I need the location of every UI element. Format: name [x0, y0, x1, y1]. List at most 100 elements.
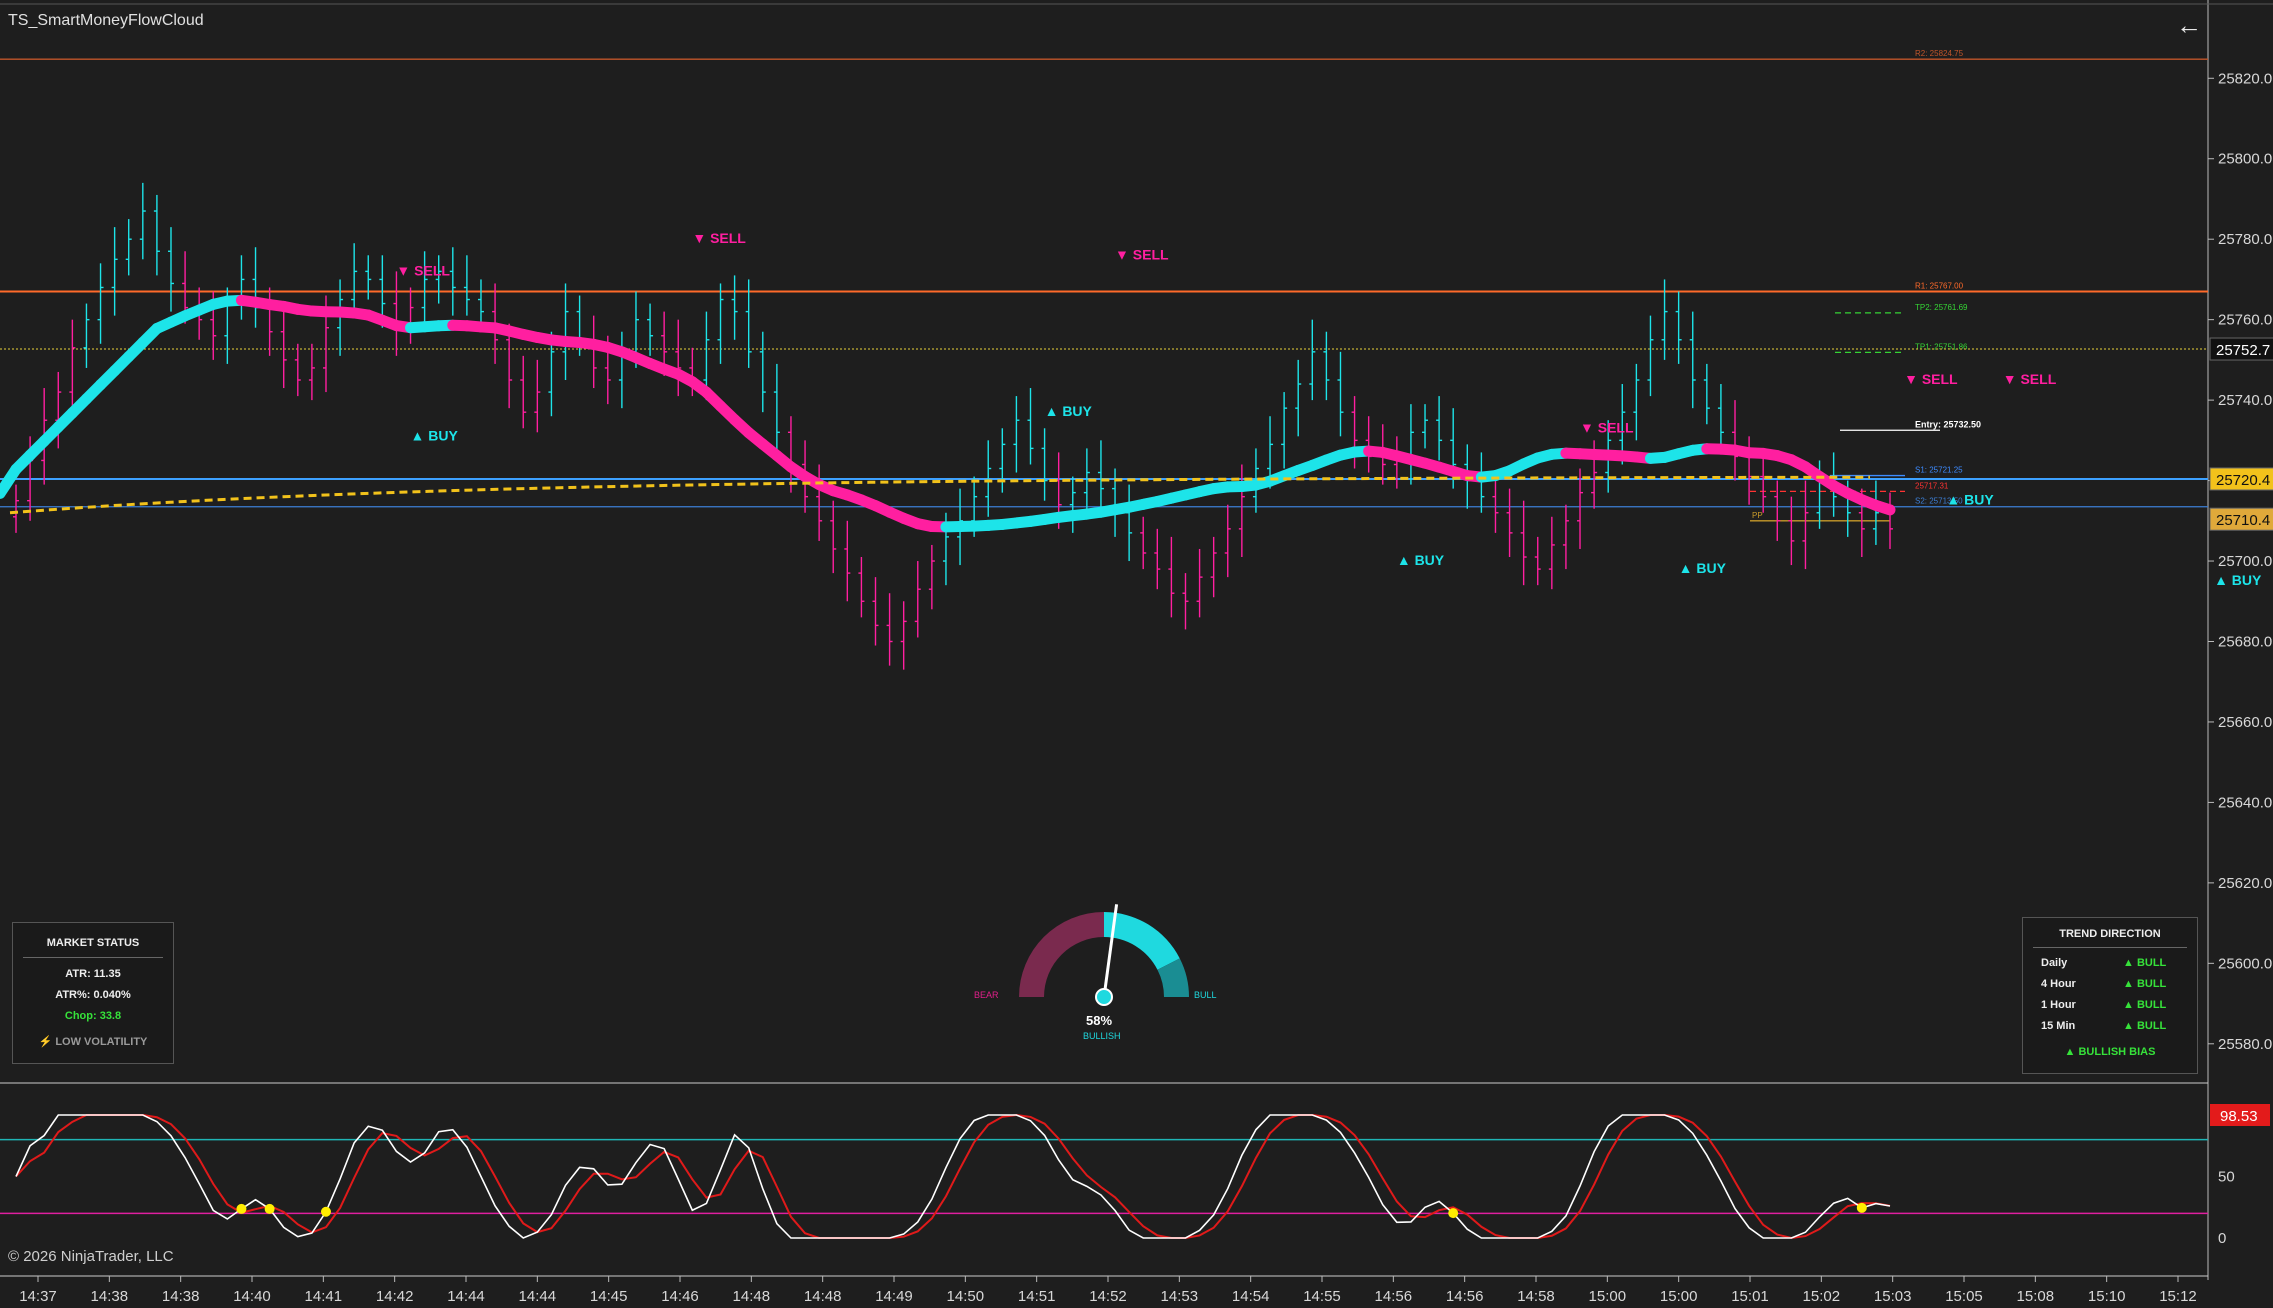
atr-percent-value: ATR%: 0.040%	[55, 989, 131, 1001]
osc-signal-line	[15, 1113, 1891, 1240]
trend-row: 4 Hour ▲ BULL	[2023, 978, 2197, 990]
sell-signal-label: ▼ SELL	[1580, 419, 1634, 435]
level-label: Entry: 25732.50	[1915, 419, 1981, 429]
level-label: TP1: 25751.86	[1915, 342, 1968, 351]
price-tick-label: 25660.0	[2218, 714, 2272, 731]
time-tick-label: 15:03	[1874, 1288, 1912, 1305]
level-label: S1: 25721.25	[1915, 466, 1963, 475]
price-tag-label: 25710.4	[2216, 512, 2270, 529]
level-label: R2: 25824.75	[1915, 49, 1964, 58]
sell-signal-label: ▼ SELL	[1904, 371, 1958, 387]
osc-cross-dot	[1448, 1208, 1459, 1219]
trend-value: ▲ BULL	[2123, 999, 2167, 1011]
gauge-bull-label: BULL	[1194, 990, 1217, 1000]
oscillator-panel: 50 0 98.53	[0, 1104, 2270, 1247]
level-label: TP2: 25761.69	[1915, 303, 1968, 312]
sell-signal-label: ▼ SELL	[692, 230, 746, 246]
time-tick-label: 14:38	[91, 1288, 129, 1305]
trend-direction-panel: TREND DIRECTION Daily ▲ BULL 4 Hour ▲ BULL 1…	[2022, 917, 2198, 1074]
trend-row: 15 Min ▲ BULL	[2023, 1020, 2197, 1032]
price-tick-label: 25580.0	[2218, 1036, 2272, 1053]
time-tick-label: 14:41	[305, 1288, 343, 1305]
osc-cross-dot	[264, 1203, 275, 1214]
osc-cross-dot	[1856, 1202, 1867, 1213]
trend-value: ▲ BULL	[2123, 957, 2167, 969]
time-tick-label: 14:44	[519, 1288, 557, 1305]
time-tick-label: 14:48	[733, 1288, 771, 1305]
time-tick-label: 14:52	[1089, 1288, 1127, 1305]
price-tick-label: 25700.0	[2218, 553, 2272, 570]
timeframe-label: 15 Min	[2041, 1020, 2076, 1032]
time-tick-label: 14:38	[162, 1288, 200, 1305]
bias-label: ▲ BULLISH BIAS	[2064, 1046, 2156, 1058]
price-chart[interactable]: R2: 25824.75 R1: 25767.00 TP2: 25761.69 TP1…	[0, 0, 2273, 1308]
time-tick-label: 14:54	[1232, 1288, 1270, 1305]
level-label: 25717.31	[1915, 481, 1949, 490]
trend-value: ▲ BULL	[2123, 1020, 2167, 1032]
time-tick-label: 14:46	[661, 1288, 699, 1305]
chop-value: Chop: 33.8	[64, 1010, 122, 1022]
trend-row: Daily ▲ BULL	[2023, 957, 2197, 969]
time-tick-label: 14:45	[590, 1288, 628, 1305]
osc-tick-label: 0	[2218, 1230, 2226, 1247]
osc-main-line	[15, 1114, 1891, 1239]
sentiment-gauge: BEAR BULL 58% BULLISH	[974, 904, 1217, 1041]
osc-cross-dot	[320, 1206, 331, 1217]
time-tick-label: 14:44	[447, 1288, 485, 1305]
time-tick-label: 14:40	[233, 1288, 271, 1305]
atr-value: ATR: 11.35	[65, 968, 121, 980]
signal-labels: ▼ SELL ▲ BUY ▼ SELL ▼ SELL ▲ BUY ▼ SELL ▲ BUY ▲…	[396, 230, 2262, 588]
timeframe-label: Daily	[2041, 957, 2068, 969]
time-tick-label: 14:55	[1303, 1288, 1341, 1305]
trend-rows: Daily ▲ BULL 4 Hour ▲ BULL 1 Hour ▲ BULL 15 Mi…	[2023, 957, 2197, 1032]
gauge-percent: 58%	[1086, 1013, 1112, 1028]
gauge-hub	[1095, 988, 1113, 1006]
price-tick-label: 25680.0	[2218, 633, 2272, 650]
buy-signal-label: ▲ BUY	[2214, 572, 2262, 588]
time-tick-label: 15:12	[2159, 1288, 2197, 1305]
price-tick-label: 25780.0	[2218, 231, 2272, 248]
time-tick-label: 14:37	[19, 1288, 57, 1305]
time-tick-label: 14:56	[1375, 1288, 1413, 1305]
long-term-line	[9, 475, 1871, 515]
time-tick-label: 15:02	[1803, 1288, 1841, 1305]
time-tick-label: 14:56	[1446, 1288, 1484, 1305]
price-tick-label: 25760.0	[2218, 312, 2272, 329]
time-tick-label: 15:00	[1589, 1288, 1627, 1305]
buy-signal-label: ▲ BUY	[411, 427, 459, 443]
sell-signal-label: ▼ SELL	[2003, 371, 2057, 387]
axis-frame	[0, 0, 2273, 1280]
price-tick-label: 25820.0	[2218, 70, 2272, 87]
time-tick-label: 15:05	[1945, 1288, 1983, 1305]
price-tick-label: 25800.0	[2218, 151, 2272, 168]
buy-signal-label: ▲ BUY	[1679, 560, 1727, 576]
level-label: R1: 25767.00	[1915, 281, 1964, 290]
price-tick-label: 25600.0	[2218, 955, 2272, 972]
osc-tick-label: 50	[2218, 1169, 2235, 1186]
level-label: PP	[1752, 511, 1763, 520]
time-tick-label: 15:08	[2017, 1288, 2055, 1305]
sell-signal-label: ▼ SELL	[396, 262, 450, 278]
time-tick-label: 14:53	[1161, 1288, 1199, 1305]
time-tick-label: 15:10	[2088, 1288, 2126, 1305]
time-tick-label: 14:50	[947, 1288, 985, 1305]
copyright: © 2026 NinjaTrader, LLC	[8, 1248, 174, 1265]
time-tick-label: 14:42	[376, 1288, 414, 1305]
price-tick-label: 25640.0	[2218, 794, 2272, 811]
buy-signal-label: ▲ BUY	[1045, 403, 1093, 419]
market-status-panel: MARKET STATUS ATR: 11.35 ATR%: 0.040% Ch…	[12, 922, 174, 1064]
time-tick-label: 14:58	[1517, 1288, 1555, 1305]
time-tick-label: 15:00	[1660, 1288, 1698, 1305]
gauge-status: BULLISH	[1083, 1031, 1121, 1041]
timeframe-label: 4 Hour	[2041, 978, 2076, 990]
trend-value: ▲ BULL	[2123, 978, 2167, 990]
price-tick-label: 25740.0	[2218, 392, 2272, 409]
timeframe-label: 1 Hour	[2041, 999, 2076, 1011]
time-tick-label: 14:51	[1018, 1288, 1056, 1305]
price-tag-label: 25720.4	[2216, 472, 2270, 489]
price-tag-label: 25752.7	[2216, 342, 2270, 359]
price-tick-label: 25620.0	[2218, 875, 2272, 892]
osc-cross-dot	[236, 1203, 247, 1214]
sell-signal-label: ▼ SELL	[1115, 246, 1169, 262]
gauge-bear-arc	[1019, 912, 1104, 997]
